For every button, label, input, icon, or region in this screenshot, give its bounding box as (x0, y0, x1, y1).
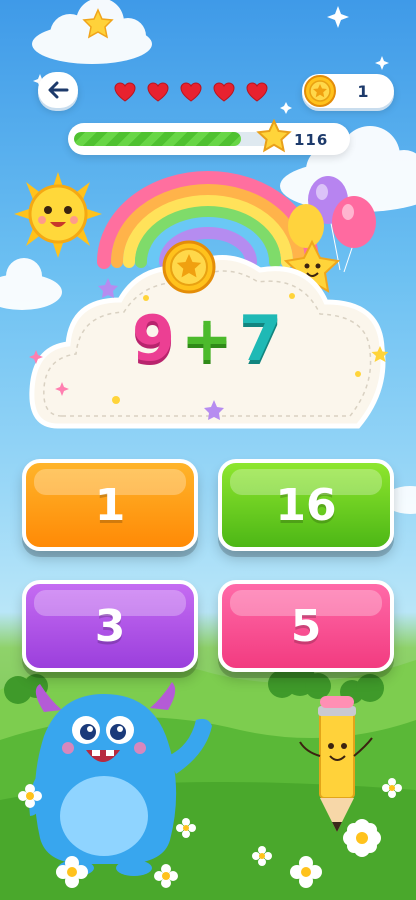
operand-2: 7 (238, 302, 285, 375)
math-question: 9+7 (28, 302, 388, 375)
answer-button-4[interactable]: 5 (218, 580, 394, 672)
coin-counter: 1 (302, 74, 394, 108)
heart-icon (147, 82, 169, 102)
pencil-character (299, 696, 373, 832)
answer-button-1[interactable]: 1 (22, 459, 198, 551)
back-button[interactable] (38, 72, 78, 108)
coin-icon (162, 240, 216, 294)
lives-hearts (114, 82, 268, 102)
star-icon (256, 119, 292, 153)
heart-icon (114, 82, 136, 102)
heart-icon (246, 82, 268, 102)
progress-fill (74, 132, 241, 146)
answer-label: 16 (275, 479, 337, 531)
answer-label: 3 (94, 600, 126, 652)
operand-1: 9 (131, 302, 178, 375)
operator: + (181, 302, 235, 375)
answer-button-2[interactable]: 16 (218, 459, 394, 551)
progress-value: 116 (294, 131, 329, 149)
bottom-scenery (18, 682, 402, 888)
coin-count: 1 (357, 82, 369, 101)
blue-monster-character (29, 682, 212, 876)
answer-label: 5 (290, 600, 322, 652)
answer-label: 1 (94, 479, 126, 531)
coin-icon (304, 75, 336, 107)
answer-button-3[interactable]: 3 (22, 580, 198, 672)
arrow-left-icon (48, 81, 69, 99)
heart-icon (180, 82, 202, 102)
progress-track (74, 132, 270, 146)
level-progress: 116 (68, 119, 350, 155)
heart-icon (213, 82, 235, 102)
